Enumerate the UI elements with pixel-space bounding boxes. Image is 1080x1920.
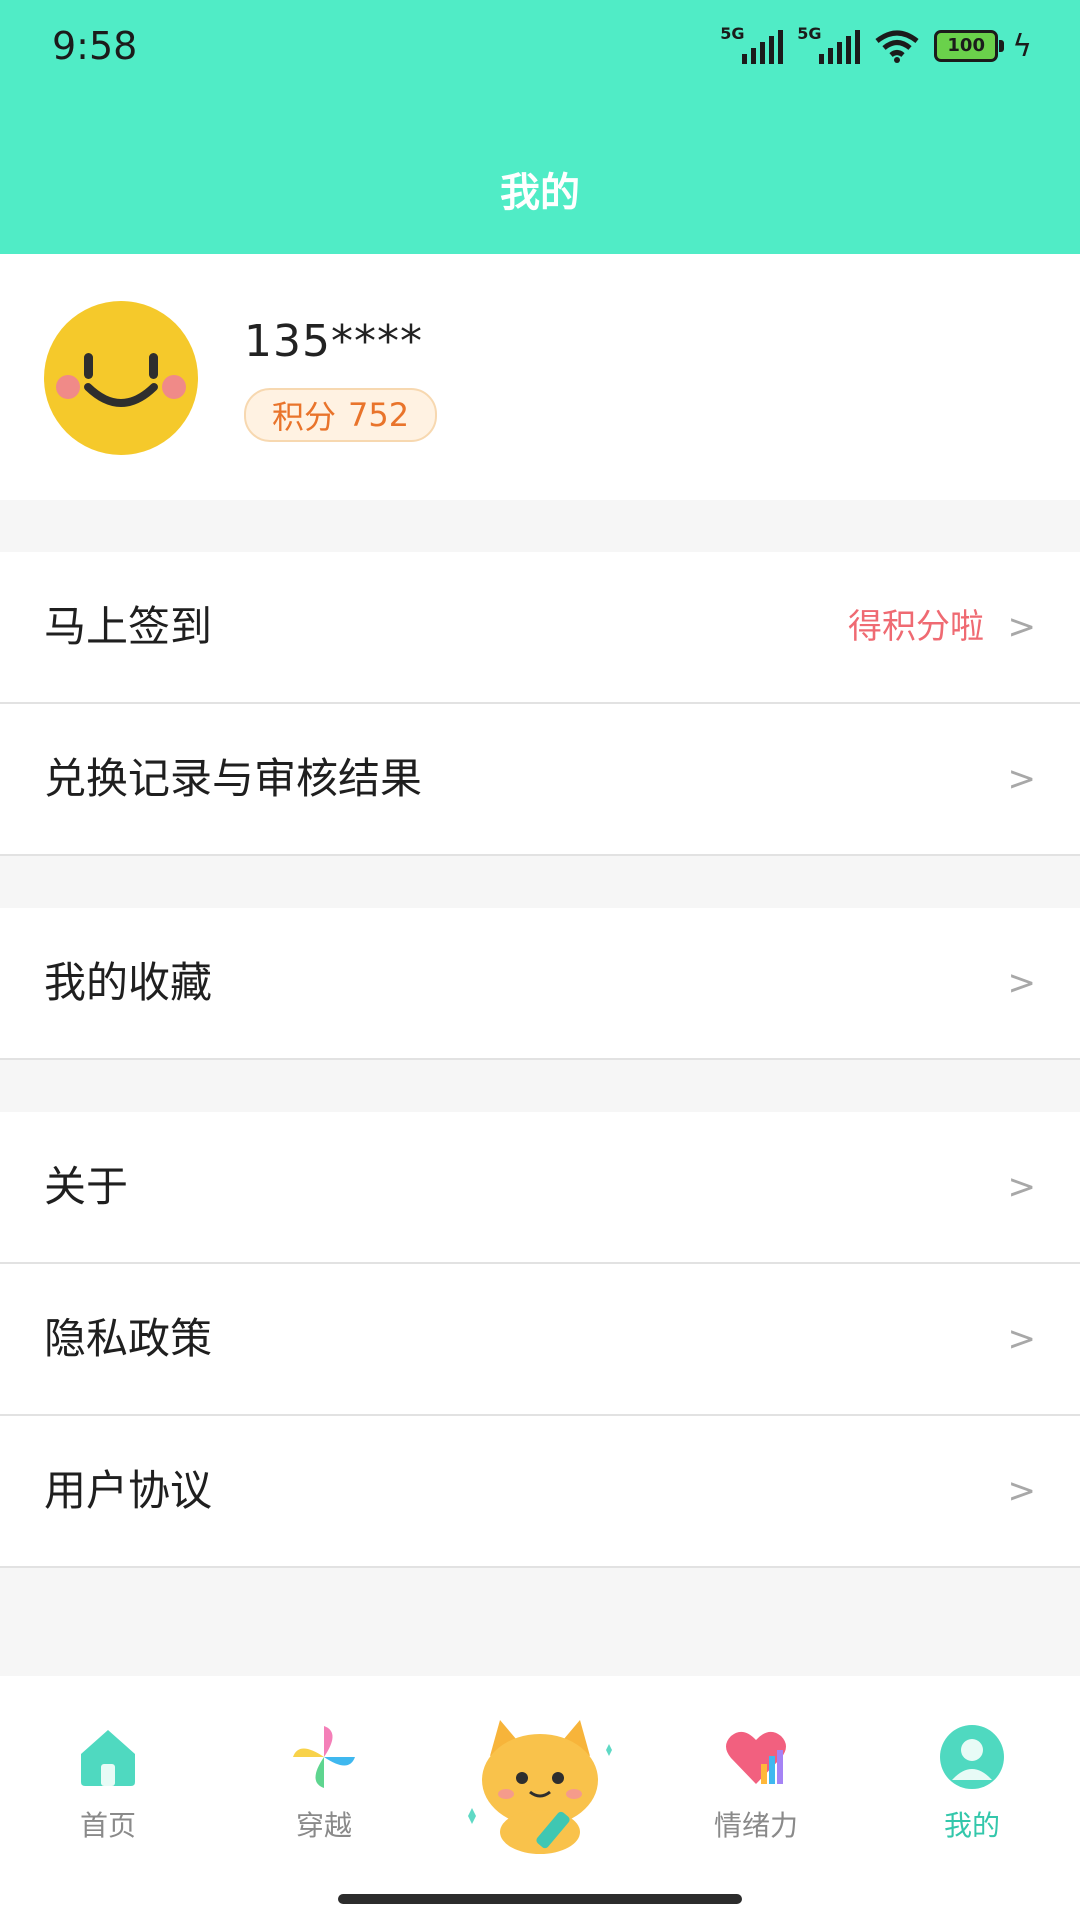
points-badge[interactable]: 积分 752 <box>244 388 438 442</box>
menu-group-info: 关于 > 隐私政策 > 用户协议 > <box>0 1112 1080 1568</box>
exchange-record-row[interactable]: 兑换记录与审核结果 > <box>0 704 1080 856</box>
chevron-right-icon: > <box>1007 1319 1037 1359</box>
tab-travel[interactable]: 穿越 <box>216 1676 432 1856</box>
tab-emotion-label: 情绪力 <box>713 1809 798 1842</box>
wifi-icon <box>875 30 919 63</box>
signal-icon: 5G <box>797 24 861 64</box>
favorites-label: 我的收藏 <box>44 958 213 1007</box>
tab-home-label: 首页 <box>79 1809 136 1842</box>
charging-icon: ϟ <box>1012 28 1032 64</box>
user-icon <box>940 1725 1004 1789</box>
tab-center-mascot[interactable] <box>432 1676 648 1856</box>
about-row[interactable]: 关于 > <box>0 1112 1080 1264</box>
tab-emotion[interactable]: 情绪力 <box>648 1676 864 1856</box>
home-indicator[interactable] <box>338 1894 742 1904</box>
favorites-row[interactable]: 我的收藏 > <box>0 908 1080 1060</box>
cat-mascot-icon <box>468 1720 612 1854</box>
chevron-right-icon: > <box>1007 963 1037 1003</box>
status-time: 9:58 <box>52 24 138 68</box>
points-value: 752 <box>348 396 410 434</box>
page-title: 我的 <box>500 170 580 216</box>
checkin-row[interactable]: 马上签到 得积分啦 > <box>0 552 1080 704</box>
privacy-policy-label: 隐私政策 <box>44 1314 213 1363</box>
status-icons: 5G 5G 100 ϟ <box>720 24 1032 64</box>
points-label: 积分 <box>272 398 337 436</box>
tab-travel-label: 穿越 <box>295 1809 352 1842</box>
avatar[interactable] <box>44 301 198 455</box>
about-label: 关于 <box>44 1162 129 1211</box>
signal-icon: 5G <box>720 24 784 64</box>
battery-icon: 100 <box>934 30 1005 62</box>
user-agreement-row[interactable]: 用户协议 > <box>0 1416 1080 1568</box>
menu-group-points: 马上签到 得积分啦 > 兑换记录与审核结果 > <box>0 552 1080 856</box>
username: 135**** <box>244 316 423 367</box>
chevron-right-icon: > <box>1007 759 1037 799</box>
chevron-right-icon: > <box>1007 1471 1037 1511</box>
tab-home[interactable]: 首页 <box>0 1676 216 1856</box>
checkin-label: 马上签到 <box>44 602 213 651</box>
user-agreement-label: 用户协议 <box>44 1466 213 1515</box>
privacy-policy-row[interactable]: 隐私政策 > <box>0 1264 1080 1416</box>
tab-mine[interactable]: 我的 <box>864 1676 1080 1856</box>
chevron-right-icon: > <box>1007 1167 1037 1207</box>
menu-group-favorites: 我的收藏 > <box>0 908 1080 1060</box>
checkin-hint: 得积分啦 <box>848 607 984 647</box>
exchange-record-label: 兑换记录与审核结果 <box>44 754 423 803</box>
home-icon <box>81 1730 135 1786</box>
tab-mine-label: 我的 <box>943 1809 1000 1842</box>
bottom-tab-bar: 首页 穿越 情绪力 我的 <box>0 1676 1080 1920</box>
smiley-face-icon <box>56 353 186 407</box>
pinwheel-icon <box>293 1726 355 1788</box>
heart-chart-icon <box>726 1731 786 1784</box>
top-bar: 9:58 5G 5G 100 ϟ 我的 <box>0 0 1080 254</box>
chevron-right-icon: > <box>1007 607 1037 647</box>
profile-card[interactable]: 135**** 积分 752 <box>0 254 1080 500</box>
